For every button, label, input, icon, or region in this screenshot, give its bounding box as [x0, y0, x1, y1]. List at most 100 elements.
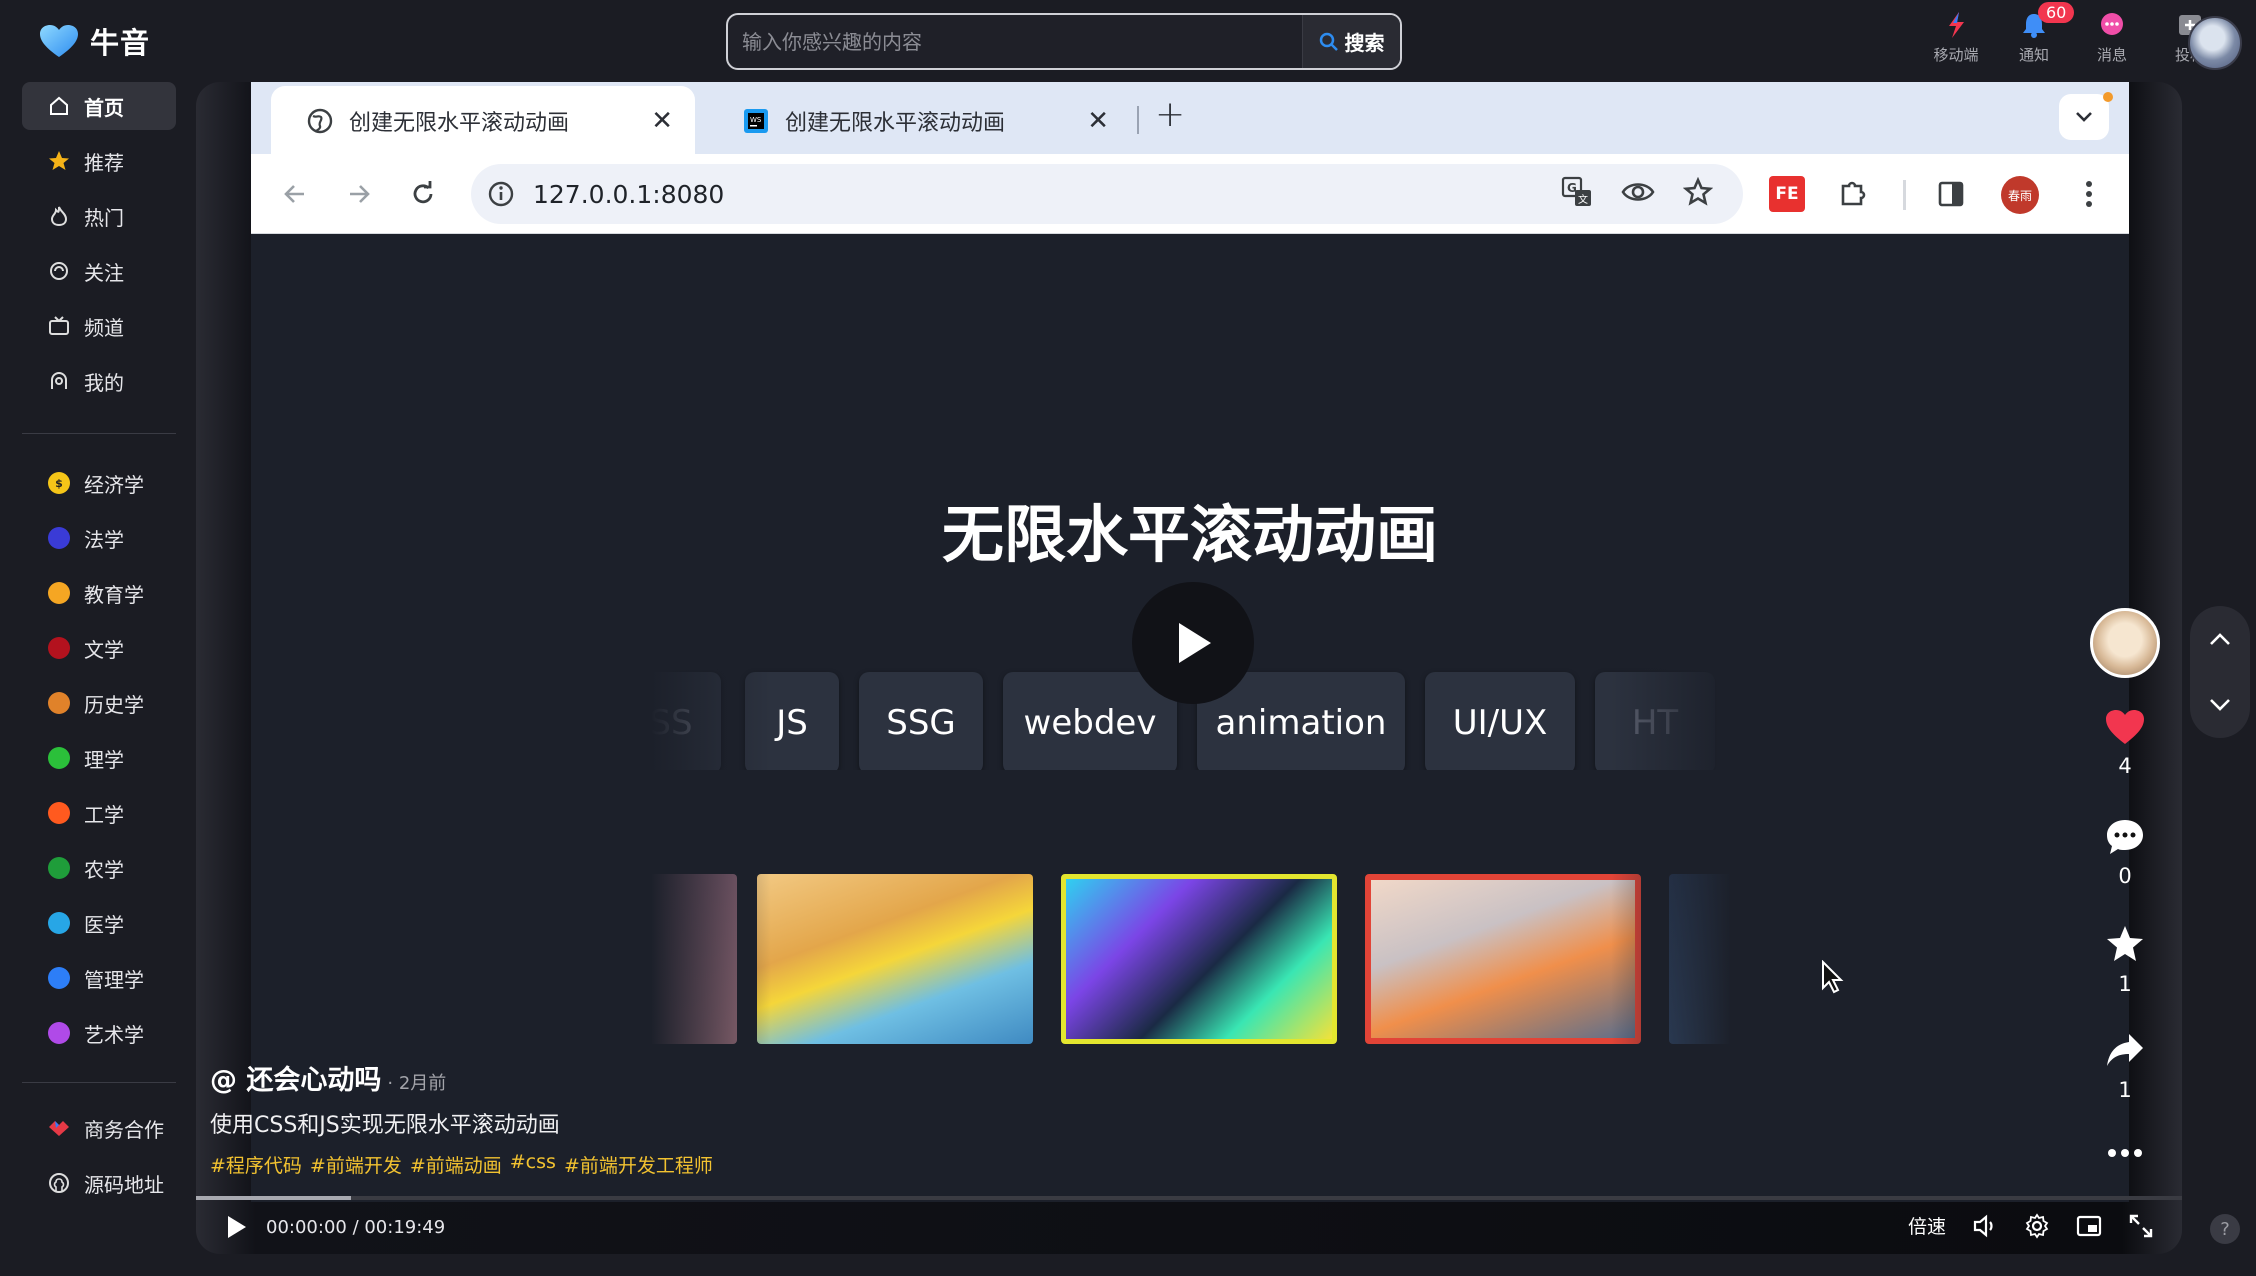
gear-icon[interactable]	[2024, 1212, 2050, 1239]
sidebar-item-business[interactable]: 商务合作	[22, 1104, 176, 1152]
controls-right: 倍速	[1908, 1212, 2154, 1239]
big-play-button[interactable]	[1132, 582, 1254, 704]
sidebar-item-recommend[interactable]: 推荐	[22, 137, 176, 185]
app-logo[interactable]: 牛音	[38, 20, 150, 62]
sidebar-item-history[interactable]: 历史学	[22, 679, 176, 727]
video-controls: 00:00:00 / 00:19:49 倍速	[196, 1200, 2182, 1254]
reload-button[interactable]	[405, 176, 441, 212]
top-actions: 移动端 60 通知 消息 投稿	[1930, 2, 2216, 65]
sidebar-item-science[interactable]: 理学	[22, 734, 176, 782]
side-panel-icon	[1938, 181, 1964, 207]
omnibox-actions: G文	[1561, 176, 1713, 208]
scroller-fade-left	[651, 874, 771, 1044]
sidebar-item-engineering[interactable]: 工学	[22, 789, 176, 837]
share-button[interactable]: 1	[2086, 1032, 2164, 1102]
category-dot-icon: $	[46, 470, 72, 496]
mobile-button[interactable]: 移动端	[1930, 10, 1982, 65]
fe-extension-button[interactable]: FE	[1769, 176, 1805, 212]
video-description: 使用CSS和JS实现无限水平滚动动画	[210, 1113, 560, 1138]
close-tab-icon[interactable]: ✕	[1087, 106, 1109, 136]
sidebar-item-agriculture[interactable]: 农学	[22, 844, 176, 892]
tag-link[interactable]: #css	[510, 1151, 556, 1178]
sidebar-item-channel[interactable]: 频道	[22, 302, 176, 350]
eye-icon[interactable]	[1621, 179, 1655, 205]
fire-icon	[46, 203, 72, 229]
tag-link[interactable]: #前端开发工程师	[564, 1151, 713, 1178]
svg-text:文: 文	[1578, 193, 1588, 206]
fullscreen-icon[interactable]	[2128, 1213, 2154, 1239]
notification-badge: 60	[2038, 2, 2075, 23]
puzzle-icon	[1841, 181, 1866, 206]
comment-button[interactable]: 0	[2086, 818, 2164, 888]
scroller-fade-right	[1611, 660, 1731, 770]
sidebar-item-home[interactable]: 首页	[22, 82, 176, 130]
toolbar-separator	[1903, 180, 1906, 210]
forward-button[interactable]	[341, 176, 377, 212]
chevron-up-icon[interactable]	[2208, 631, 2232, 647]
volume-icon[interactable]	[1972, 1213, 1998, 1239]
category-dot-icon	[46, 690, 72, 716]
sidebar-item-education[interactable]: 教育学	[22, 569, 176, 617]
favorite-button[interactable]: 1	[2086, 924, 2164, 996]
tag-chip: UI/UX	[1425, 672, 1575, 770]
handshake-icon	[46, 1115, 72, 1141]
more-horizontal-icon	[2108, 1149, 2142, 1157]
speed-button[interactable]: 倍速	[1908, 1212, 1946, 1239]
extensions-button[interactable]	[1835, 176, 1871, 212]
sidebar-item-law[interactable]: 法学	[22, 514, 176, 562]
tag-link[interactable]: #前端动画	[410, 1151, 502, 1178]
like-button[interactable]: 4	[2086, 708, 2164, 778]
page-heading: 无限水平滚动动画	[941, 498, 1438, 571]
help-button[interactable]: ?	[2210, 1214, 2240, 1244]
message-button[interactable]: 消息	[2086, 10, 2138, 65]
sidebar-item-economics[interactable]: $ 经济学	[22, 459, 176, 507]
search-button[interactable]: 搜索	[1302, 15, 1400, 68]
tag-link[interactable]: #前端开发	[310, 1151, 402, 1178]
sidebar-item-source[interactable]: 源码地址	[22, 1159, 176, 1207]
browser-menu-button[interactable]	[2071, 176, 2107, 212]
search-input[interactable]	[728, 15, 1302, 68]
chevron-down-icon[interactable]	[2208, 697, 2232, 713]
more-button[interactable]	[2086, 1148, 2164, 1158]
new-tab-button[interactable]: +	[1155, 94, 1185, 135]
sidebar-divider	[22, 433, 176, 434]
app-name: 牛音	[90, 26, 151, 60]
picture-in-picture-icon[interactable]	[2076, 1214, 2102, 1238]
tag-link[interactable]: #程序代码	[210, 1151, 302, 1178]
play-icon[interactable]	[226, 1214, 248, 1240]
browser-tab-active[interactable]: 创建无限水平滚动动画 ✕	[271, 86, 695, 156]
video-info: @ 还会心动吗 · 2月前 使用CSS和JS实现无限水平滚动动画 #程序代码 #前…	[210, 1058, 713, 1178]
scroller-fade-left	[651, 660, 771, 770]
back-button[interactable]	[277, 176, 313, 212]
address-bar[interactable]: 127.0.0.1:8080 G文	[471, 164, 1743, 224]
creator-avatar[interactable]	[2090, 608, 2160, 678]
info-icon[interactable]	[487, 180, 515, 208]
user-avatar[interactable]	[2188, 16, 2242, 70]
sidebar-item-mine[interactable]: 我的	[22, 357, 176, 405]
browser-tab[interactable]: WS 创建无限水平滚动动画 ✕	[707, 86, 1131, 156]
sidebar-item-literature[interactable]: 文学	[22, 624, 176, 672]
sidebar-item-follow[interactable]: 关注	[22, 247, 176, 295]
sidebar-item-hot[interactable]: 热门	[22, 192, 176, 240]
share-icon	[2107, 1034, 2143, 1066]
help-icon: ?	[2220, 1218, 2230, 1240]
sidebar-item-management[interactable]: 管理学	[22, 954, 176, 1002]
video-author[interactable]: @ 还会心动吗 · 2月前	[210, 1058, 713, 1097]
star-icon	[46, 148, 72, 174]
sidebar-item-medicine[interactable]: 医学	[22, 899, 176, 947]
side-panel-button[interactable]	[1933, 176, 1969, 212]
arrow-left-icon	[284, 185, 304, 203]
web-page: 无限水平滚动动画 SS JS SSG webdev animation UI/U…	[251, 234, 2129, 1202]
tab-search-button[interactable]	[2059, 92, 2113, 140]
close-tab-icon[interactable]: ✕	[651, 106, 673, 136]
notification-button[interactable]: 60 通知	[2008, 2, 2075, 65]
message-icon	[2097, 10, 2127, 40]
browser-toolbar: 127.0.0.1:8080 G文 FE 春雨	[251, 154, 2129, 234]
top-bar: 牛音 搜索 移动端 60 通知 消息	[0, 0, 2256, 82]
translate-icon[interactable]: G文	[1561, 176, 1593, 208]
bookmark-star-icon[interactable]	[1683, 177, 1713, 207]
profile-button[interactable]: 春雨	[2001, 176, 2039, 214]
category-dot-icon	[46, 745, 72, 771]
search-icon	[1319, 32, 1338, 51]
sidebar-item-art[interactable]: 艺术学	[22, 1009, 176, 1057]
